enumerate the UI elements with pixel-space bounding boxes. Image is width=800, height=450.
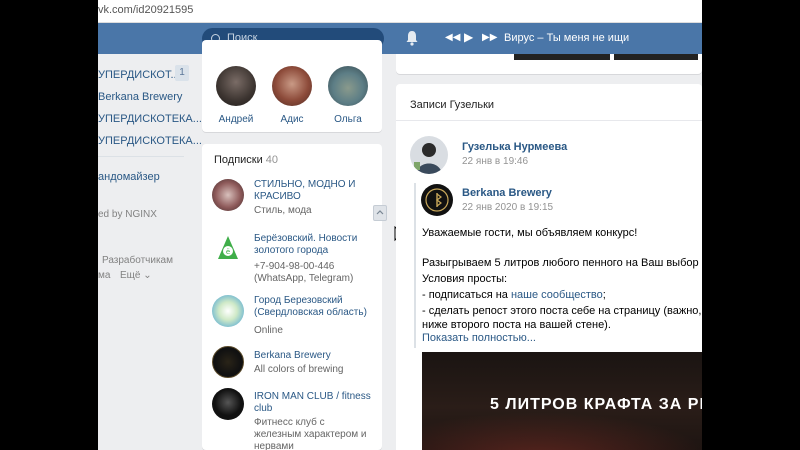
community-link[interactable]: наше сообщество (511, 289, 603, 301)
ironman-logo-icon[interactable] (212, 388, 244, 420)
sidebar-item-community-3[interactable]: УПЕРДИСКОТЕКА... (98, 135, 202, 147)
browser-address-bar[interactable]: vk.com/id20921595 (98, 0, 702, 23)
post-text-line: - подписаться на наше сообщество; (422, 288, 606, 302)
friend-item[interactable]: Ольга (323, 66, 373, 125)
vk-page-screen: vk.com/id20921595 Поиск ◀◀ ▶ ▶▶ Вирус – … (98, 0, 702, 450)
image-glow (422, 412, 702, 450)
footer-link-fragment[interactable]: ма (98, 270, 110, 281)
url-text: vk.com/id20921595 (98, 4, 194, 16)
subscription-item[interactable]: IRON MAN CLUB / fitness club Фитнесс клу… (212, 388, 372, 450)
avatar[interactable] (272, 66, 312, 106)
subscription-item[interactable]: Berkana Brewery All colors of brewing (212, 346, 372, 380)
subscriptions-count: 40 (265, 154, 279, 166)
photo-thumbnail[interactable] (514, 54, 610, 60)
subscription-name[interactable]: СТИЛЬНО, МОДНО И КРАСИВО (254, 179, 372, 203)
post-text-line: Уважаемые гости, мы объявляем конкурс! (422, 227, 638, 239)
subscription-item[interactable]: Город Березовский (Свердловская область)… (212, 295, 372, 339)
post-text-line: - сделать репост этого поста себе на стр… (422, 305, 702, 317)
repost-author-name[interactable]: Berkana Brewery (462, 187, 552, 199)
berkana-logo-icon[interactable] (212, 346, 244, 378)
sidebar-item-randomizer[interactable]: андомайзер (98, 171, 160, 183)
show-more-link[interactable]: Показать полностью... (422, 332, 536, 344)
avatar[interactable] (212, 179, 244, 211)
wall-block: Записи Гузельки Гузелька Нурмеева 22 янв… (396, 84, 702, 450)
post-text-fragment: ; (602, 289, 606, 301)
chevron-up-icon (376, 210, 384, 215)
tree-logo-icon[interactable]: ё (212, 233, 244, 265)
left-sidebar-menu: УПЕРДИСКОТ... 1 Berkana Brewery УПЕРДИСК… (98, 54, 202, 450)
subscriptions-header[interactable]: Подписки 40 (214, 154, 278, 166)
subscription-desc: Фитнесс клуб с железным характером и нер… (254, 417, 367, 450)
post-text-line: Условия просты: (422, 273, 508, 285)
sidebar-badge: 1 (175, 65, 189, 81)
post-text-line: Разыгрываем 5 литров любого пенного на В… (422, 257, 702, 269)
berkana-logo-icon[interactable] (421, 184, 453, 216)
current-track-title[interactable]: Вирус – Ты меня не ищи (504, 32, 629, 44)
sidebar-divider (98, 156, 184, 157)
subscription-desc: All colors of brewing (254, 364, 344, 375)
friend-name[interactable]: Андрей (211, 114, 261, 125)
friend-name[interactable]: Адис (267, 114, 317, 125)
more-link[interactable]: Ещё ⌄ (120, 270, 152, 281)
repost-date[interactable]: 22 янв 2020 в 19:15 (462, 202, 553, 213)
friends-block: Андрей Адис Ольга (202, 40, 382, 132)
subscriptions-block: Подписки 40 СТИЛЬНО, МОДНО И КРАСИВО Стил… (202, 144, 382, 450)
city-logo-icon[interactable] (212, 295, 244, 327)
post-author-name[interactable]: Гузелька Нурмеева (462, 141, 567, 153)
vk-header-bar: Поиск ◀◀ ▶ ▶▶ Вирус – Ты меня не ищи (98, 23, 702, 54)
subscription-name[interactable]: Город Березовский (Свердловская область) (254, 295, 372, 319)
post-text-line: ниже второго поста на вашей стене). (422, 319, 611, 331)
prev-track-icon[interactable]: ◀◀ (445, 33, 460, 43)
post-image[interactable]: 5 ЛИТРОВ КРАФТА ЗА РЕП (422, 352, 702, 450)
avatar[interactable] (216, 66, 256, 106)
subscription-name[interactable]: Berkana Brewery (254, 350, 372, 362)
bell-icon[interactable] (405, 30, 419, 46)
developers-link[interactable]: Разработчикам (102, 255, 173, 266)
photo-thumbnail[interactable] (614, 54, 698, 60)
powered-by-text: ed by NGINX (98, 209, 157, 220)
scroll-button[interactable] (373, 205, 387, 221)
subscription-desc: +7-904-98-00-446 (WhatsApp, Telegram) (254, 261, 354, 284)
subscriptions-title: Подписки (214, 154, 263, 166)
friend-name[interactable]: Ольга (323, 114, 373, 125)
svg-text:ё: ё (226, 248, 230, 256)
tab-wall-posts[interactable]: Записи Гузельки (410, 99, 494, 111)
tab-divider (396, 120, 702, 121)
post-image-caption: 5 ЛИТРОВ КРАФТА ЗА РЕП (490, 396, 702, 413)
sidebar-item-community-2[interactable]: УПЕРДИСКОТЕКА... (98, 113, 202, 125)
subscription-desc: Online (254, 325, 283, 336)
more-label: Ещё (120, 270, 141, 281)
post-text-fragment: - подписаться на (422, 289, 511, 301)
subscription-item[interactable]: СТИЛЬНО, МОДНО И КРАСИВО Стиль, мода (212, 179, 372, 219)
next-track-icon[interactable]: ▶▶ (482, 33, 497, 43)
subscription-desc: Стиль, мода (254, 205, 312, 216)
sidebar-item-berkana[interactable]: Berkana Brewery (98, 91, 182, 103)
media-strip (396, 54, 702, 74)
subscription-name[interactable]: Берёзовский. Новости золотого города (254, 233, 372, 257)
subscription-item[interactable]: ё Берёзовский. Новости золотого города +… (212, 233, 372, 291)
play-icon[interactable]: ▶ (464, 31, 473, 43)
repost-indicator-line (414, 183, 416, 348)
avatar[interactable] (328, 66, 368, 106)
friend-item[interactable]: Адис (267, 66, 317, 125)
post-date[interactable]: 22 янв в 19:46 (462, 156, 528, 167)
friend-item[interactable]: Андрей (211, 66, 261, 125)
avatar[interactable] (410, 136, 448, 174)
sidebar-item-community-1[interactable]: УПЕРДИСКОТ... (98, 69, 180, 81)
subscription-name[interactable]: IRON MAN CLUB / fitness club (254, 391, 372, 415)
